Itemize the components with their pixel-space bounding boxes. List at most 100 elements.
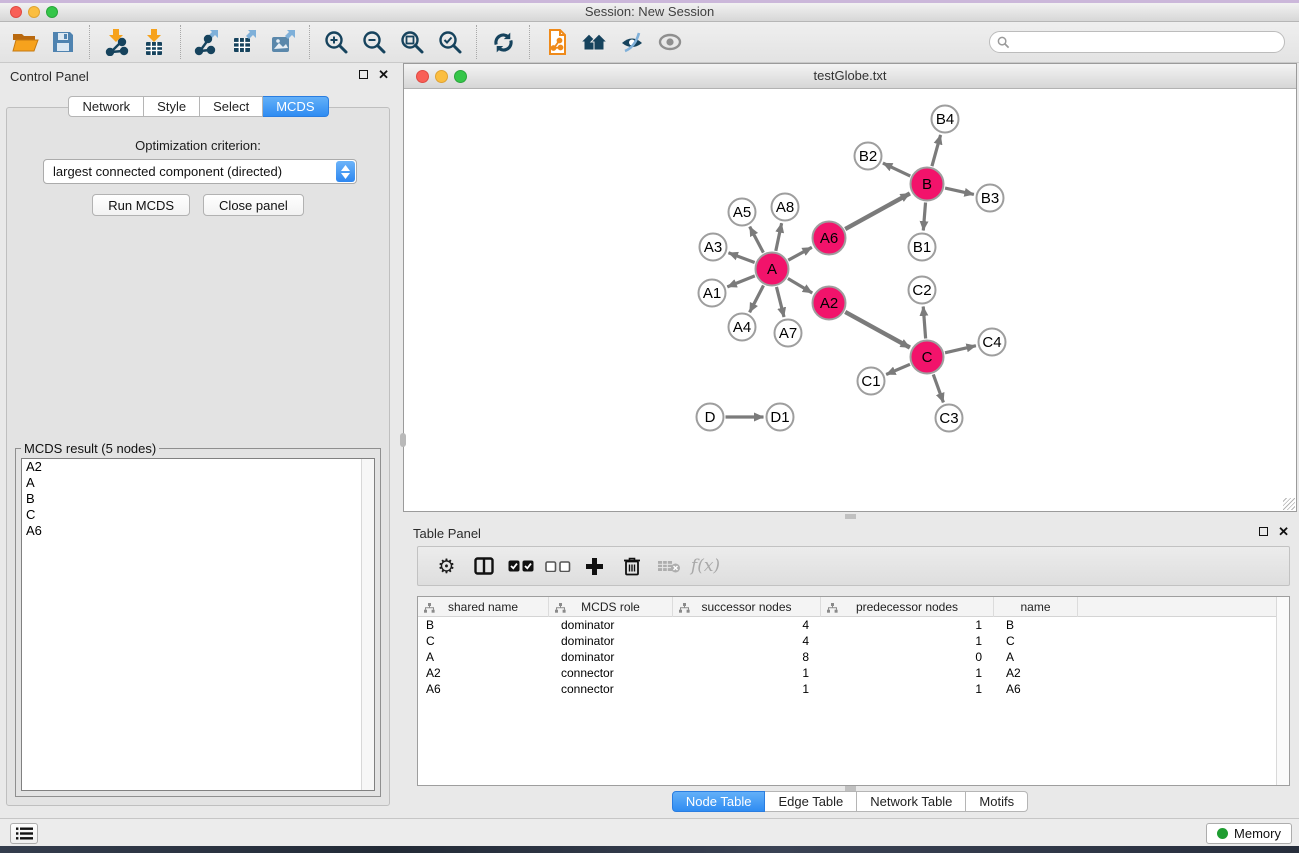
edge-A2-C[interactable] [845, 312, 910, 348]
edge-A6-B[interactable] [845, 193, 910, 229]
graph-node-C2[interactable]: C2 [909, 277, 936, 304]
graph-node-A5[interactable]: A5 [729, 199, 756, 226]
delete-column-icon[interactable] [613, 548, 650, 584]
table-scrollbar[interactable] [1276, 597, 1289, 785]
network-zoom-button[interactable] [454, 70, 467, 83]
close-table-panel-icon[interactable]: ✕ [1278, 526, 1289, 537]
graph-node-B4[interactable]: B4 [932, 106, 959, 133]
graph-node-C4[interactable]: C4 [979, 329, 1006, 356]
node-table[interactable]: shared nameMCDS rolesuccessor nodesprede… [417, 596, 1290, 786]
graph-node-B3[interactable]: B3 [977, 185, 1004, 212]
close-panel-button[interactable]: Close panel [203, 194, 304, 216]
tab-style[interactable]: Style [144, 96, 200, 117]
show-eye-icon[interactable] [651, 24, 689, 60]
zoom-in-icon[interactable] [317, 24, 355, 60]
graph-node-C3[interactable]: C3 [936, 405, 963, 432]
graph-node-C1[interactable]: C1 [858, 368, 885, 395]
edge-B-B1[interactable] [923, 202, 925, 230]
result-item[interactable]: A2 [22, 459, 374, 475]
optimization-select[interactable]: largest connected component (directed) [43, 159, 357, 184]
graph-node-D[interactable]: D [697, 404, 724, 431]
edge-A-A3[interactable] [728, 253, 754, 263]
zoom-out-icon[interactable] [355, 24, 393, 60]
export-table-icon[interactable] [226, 24, 264, 60]
column-header-successor-nodes[interactable]: successor nodes [673, 597, 821, 617]
zoom-fit-icon[interactable] [393, 24, 431, 60]
graph-node-A7[interactable]: A7 [775, 320, 802, 347]
zoom-selected-icon[interactable] [431, 24, 469, 60]
refresh-icon[interactable] [484, 24, 522, 60]
graph-node-B2[interactable]: B2 [855, 143, 882, 170]
export-network-icon[interactable] [188, 24, 226, 60]
add-column-icon[interactable] [576, 548, 613, 584]
edge-C-C1[interactable] [886, 364, 910, 374]
mcds-result-list[interactable]: A2ABCA6 [21, 458, 375, 791]
home-icon[interactable] [575, 24, 613, 60]
hide-eye-icon[interactable] [613, 24, 651, 60]
table-tab-network-table[interactable]: Network Table [857, 791, 966, 812]
edge-C-C4[interactable] [945, 346, 976, 353]
resize-grip[interactable] [1283, 498, 1295, 510]
edge-B-B2[interactable] [883, 163, 910, 176]
network-vertical-scrollbar[interactable] [400, 433, 406, 447]
open-file-icon[interactable] [6, 24, 44, 60]
column-header-name[interactable]: name [994, 597, 1078, 617]
network-minimize-button[interactable] [435, 70, 448, 83]
export-image-icon[interactable] [264, 24, 302, 60]
graph-node-A8[interactable]: A8 [772, 194, 799, 221]
edge-B-B4[interactable] [932, 135, 941, 166]
graph-node-C[interactable]: C [911, 341, 944, 374]
edge-A-A1[interactable] [727, 276, 755, 287]
table-row[interactable]: Cdominator41C [418, 633, 1289, 649]
edge-B-B3[interactable] [945, 188, 974, 194]
clone-network-icon[interactable] [537, 24, 575, 60]
select-all-icon[interactable] [502, 548, 539, 584]
graph-node-B[interactable]: B [911, 168, 944, 201]
result-item[interactable]: C [22, 507, 374, 523]
column-header-shared-name[interactable]: shared name [418, 597, 549, 617]
edge-A-A5[interactable] [750, 227, 764, 253]
table-row[interactable]: A2connector11A2 [418, 665, 1289, 681]
network-horizontal-scrollbar[interactable] [845, 514, 856, 519]
table-tab-edge-table[interactable]: Edge Table [765, 791, 857, 812]
tab-network[interactable]: Network [68, 96, 144, 117]
result-scrollbar[interactable] [361, 459, 374, 790]
run-mcds-button[interactable]: Run MCDS [92, 194, 190, 216]
task-history-button[interactable] [10, 823, 38, 844]
close-panel-icon[interactable]: ✕ [378, 69, 389, 80]
graph-node-A3[interactable]: A3 [700, 234, 727, 261]
graph-node-A1[interactable]: A1 [699, 280, 726, 307]
gear-icon[interactable]: ⚙ [428, 548, 465, 584]
table-tab-motifs[interactable]: Motifs [966, 791, 1028, 812]
graph-node-A4[interactable]: A4 [729, 314, 756, 341]
edge-C-C3[interactable] [933, 374, 943, 402]
network-close-button[interactable] [416, 70, 429, 83]
search-box[interactable] [989, 31, 1285, 53]
table-tab-node-table[interactable]: Node Table [672, 791, 766, 812]
network-canvas[interactable]: A A1 A2 A3 A4 A5 A6 A7 A8 B B1 B2 B3 B4 C C1 C2 C3 C4 D D1 [404, 89, 1296, 511]
minimize-window-button[interactable] [28, 6, 40, 18]
float-panel-icon[interactable] [359, 70, 368, 79]
float-table-panel-icon[interactable] [1259, 527, 1268, 536]
split-column-icon[interactable] [465, 548, 502, 584]
graph-node-A2[interactable]: A2 [813, 287, 846, 320]
edge-A-A8[interactable] [776, 223, 782, 251]
result-item[interactable]: A6 [22, 523, 374, 539]
tab-mcds[interactable]: MCDS [263, 96, 328, 117]
graph-node-D1[interactable]: D1 [767, 404, 794, 431]
graph-node-A[interactable]: A [756, 253, 789, 286]
result-item[interactable]: A [22, 475, 374, 491]
edge-A-A2[interactable] [788, 278, 812, 293]
deselect-all-icon[interactable] [539, 548, 576, 584]
edge-A-A6[interactable] [788, 247, 812, 260]
graph-node-A6[interactable]: A6 [813, 222, 846, 255]
tab-select[interactable]: Select [200, 96, 263, 117]
close-window-button[interactable] [10, 6, 22, 18]
zoom-window-button[interactable] [46, 6, 58, 18]
column-header-MCDS-role[interactable]: MCDS role [549, 597, 673, 617]
result-item[interactable]: B [22, 491, 374, 507]
edge-C-C2[interactable] [923, 306, 925, 338]
graph-node-B1[interactable]: B1 [909, 234, 936, 261]
import-table-icon[interactable] [135, 24, 173, 60]
import-network-icon[interactable] [97, 24, 135, 60]
